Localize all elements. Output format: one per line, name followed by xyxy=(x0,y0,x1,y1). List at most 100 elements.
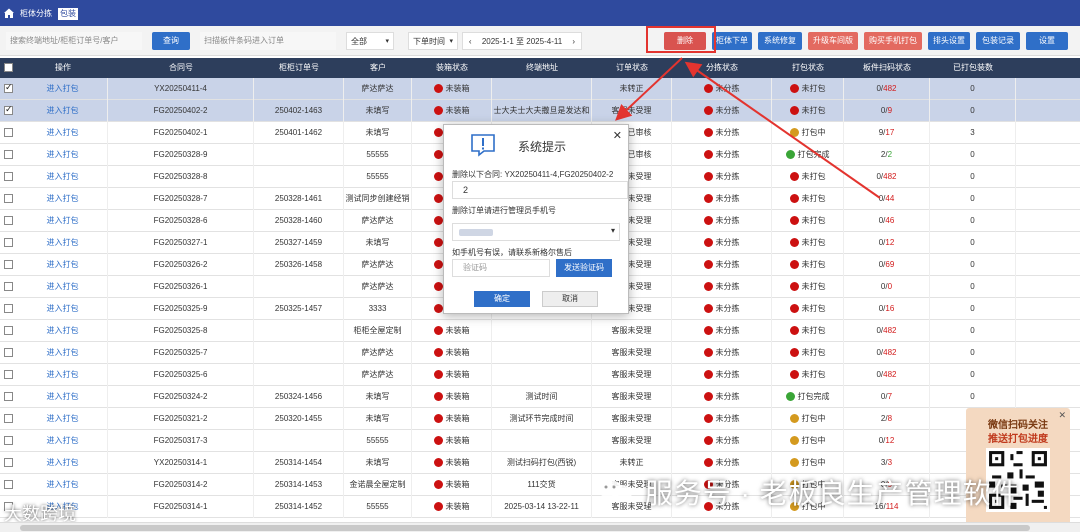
table-row[interactable]: 进入打包 FG20250325-6 萨达萨达 未装箱 客服未受理 未分拣 未打包 0/482 0 xyxy=(0,364,1080,386)
row-checkbox[interactable] xyxy=(4,282,13,291)
status-text: 未分拣 xyxy=(715,392,740,401)
system-prompt-dialog: 系统提示 ✕ 删除以下合同: YX20250411-4,FG20250402-2… xyxy=(443,124,629,314)
table-row[interactable]: 进入打包 FG20250325-8 柜柜全屋定制 未装箱 客服未受理 未分拣 未打包 0/48… xyxy=(0,320,1080,342)
row-checkbox[interactable] xyxy=(4,82,13,93)
table-row[interactable]: 进入打包 FG20250402-2250402-1463未填写 未装箱 士大夫士大夫撒… xyxy=(0,100,1080,122)
row-checkbox[interactable] xyxy=(4,414,13,423)
row-checkbox[interactable] xyxy=(4,260,13,269)
enter-pack-link[interactable]: 进入打包 xyxy=(47,348,79,357)
status-dot-icon xyxy=(433,194,443,204)
cell-address xyxy=(492,78,592,100)
enter-pack-link[interactable]: 进入打包 xyxy=(47,216,79,225)
horizontal-scrollbar[interactable] xyxy=(0,522,1080,532)
chevron-down-icon: ▾ xyxy=(449,38,453,45)
row-checkbox[interactable] xyxy=(4,172,13,181)
enter-pack-link[interactable]: 进入打包 xyxy=(47,282,79,291)
enter-pack-link[interactable]: 进入打包 xyxy=(47,260,79,269)
top-nav-bar: 柜体分拣 包装 xyxy=(0,0,1080,26)
filter-all-select[interactable]: 全部 ▾ xyxy=(346,32,394,50)
row-checkbox[interactable] xyxy=(4,104,13,115)
row-checkbox[interactable] xyxy=(4,238,13,247)
table-row[interactable]: 进入打包 YX20250411-4 萨达萨达 未装箱 未转正 未分拣 未打包 0/4820 xyxy=(0,78,1080,100)
enter-pack-link[interactable]: 进入打包 xyxy=(47,150,79,159)
enter-pack-link[interactable]: 进入打包 xyxy=(47,172,79,181)
table-row[interactable]: 进入打包 YX20250314-1 250314-1454 未填写 未装箱 测试扫码打包(… xyxy=(0,452,1080,474)
cell-box-status: 未装箱 xyxy=(412,386,492,408)
enter-pack-link[interactable]: 进入打包 xyxy=(47,392,79,401)
filter-time-select[interactable]: 下单时间 ▾ xyxy=(408,32,458,50)
date-next-icon[interactable]: › xyxy=(572,37,575,46)
row-checkbox[interactable] xyxy=(4,348,13,357)
enter-pack-link[interactable]: 进入打包 xyxy=(47,436,79,445)
search-address-input[interactable]: 搜索终端地址/柜柜订单号/客户 xyxy=(6,32,142,50)
upgrade-workshop-button[interactable]: 升级车间版 xyxy=(808,32,858,50)
enter-pack-link[interactable]: 进入打包 xyxy=(47,84,79,93)
close-icon[interactable]: ✕ xyxy=(613,129,622,142)
scan-total: 69 xyxy=(885,260,895,269)
enter-pack-link[interactable]: 进入打包 xyxy=(47,458,79,467)
system-repair-button[interactable]: 系统修复 xyxy=(758,32,802,50)
enter-pack-link[interactable]: 进入打包 xyxy=(47,414,79,423)
cell-status: 客服未受理 xyxy=(592,364,672,386)
enter-pack-link[interactable]: 进入打包 xyxy=(47,480,79,489)
header-settings-button[interactable]: 排头设置 xyxy=(928,32,970,50)
row-checkbox[interactable] xyxy=(4,392,13,401)
row-checkbox[interactable] xyxy=(4,326,13,335)
delete-contracts-text: 删除以下合同: YX20250411-4,FG20250402-2 xyxy=(452,170,614,179)
tab-packing[interactable]: 包装 xyxy=(58,8,78,20)
query-button[interactable]: 查询 xyxy=(152,32,190,50)
enter-pack-link[interactable]: 进入打包 xyxy=(47,238,79,247)
row-checkbox[interactable] xyxy=(4,370,13,379)
row-checkbox[interactable] xyxy=(4,436,13,445)
enter-pack-link[interactable]: 进入打包 xyxy=(47,128,79,137)
table-row[interactable]: 进入打包FG20250317-355555未装箱客服未受理未分拣打包中0/120 xyxy=(0,430,1080,452)
status-dot-icon xyxy=(789,172,799,182)
buy-handheld-button[interactable]: 购买手机打包 xyxy=(864,32,922,50)
row-checkbox[interactable] xyxy=(4,458,13,467)
cell-action: 进入打包 xyxy=(18,430,108,452)
cell-box-status: 未装箱 xyxy=(412,78,492,100)
home-icon[interactable] xyxy=(3,7,15,19)
row-checkbox[interactable] xyxy=(4,480,13,489)
date-prev-icon[interactable]: ‹ xyxy=(469,37,472,46)
scrollbar-thumb[interactable] xyxy=(20,525,1030,531)
cell-scan-status: 0/482 xyxy=(844,166,930,188)
cell-scan-status: 0/44 xyxy=(844,188,930,210)
pack-record-button[interactable]: 包装记录 xyxy=(976,32,1020,50)
cell-address: 2025-03-14 13-22-11 xyxy=(492,496,592,518)
tab-cabinet-sorting[interactable]: 柜体分拣 xyxy=(18,8,54,20)
table-row[interactable]: 进入打包 FG20250324-2 250324-1456 未填写 未装箱 测试时间 客服未… xyxy=(0,386,1080,408)
cabinet-order-button[interactable]: 柜体下单 xyxy=(712,32,752,50)
date-range-picker[interactable]: ‹ 2025-1-1 至 2025-4-11 › xyxy=(462,32,582,50)
scan-total: 482 xyxy=(883,370,897,379)
settings-button[interactable]: 设置 xyxy=(1026,32,1068,50)
row-checkbox[interactable] xyxy=(4,216,13,225)
enter-pack-link[interactable]: 进入打包 xyxy=(47,304,79,313)
send-code-button[interactable]: 发送验证码 xyxy=(556,259,612,277)
status-dot-icon xyxy=(789,238,799,248)
cell-address xyxy=(492,342,592,364)
dialog-title: 系统提示 xyxy=(518,140,567,154)
enter-pack-link[interactable]: 进入打包 xyxy=(47,106,79,115)
cell-scan-status: 0/482 xyxy=(844,78,930,100)
confirm-button[interactable]: 确定 xyxy=(474,291,530,307)
header-pack-status: 打包状态 xyxy=(792,63,824,72)
cell-action: 进入打包 xyxy=(18,408,108,430)
status-text: 未装箱 xyxy=(445,480,470,489)
row-checkbox[interactable] xyxy=(4,194,13,203)
enter-pack-link[interactable]: 进入打包 xyxy=(47,194,79,203)
select-all-checkbox[interactable] xyxy=(4,63,13,72)
row-checkbox[interactable] xyxy=(4,128,13,137)
enter-pack-link[interactable]: 进入打包 xyxy=(47,370,79,379)
table-row[interactable]: 进入打包 FG20250325-7 萨达萨达 未装箱 客服未受理 未分拣 未打包 0/482 0 xyxy=(0,342,1080,364)
watermark-right: 服务号 · 老板良生产管理软件 xyxy=(596,472,1021,512)
table-row[interactable]: 进入打包 FG20250321-2 250320-1455 未填写 未装箱 测试环节完成时… xyxy=(0,408,1080,430)
row-checkbox[interactable] xyxy=(4,150,13,159)
status-dot-icon xyxy=(433,370,443,380)
verification-code-input[interactable]: 验证码 xyxy=(452,259,550,277)
cancel-button[interactable]: 取消 xyxy=(542,291,598,307)
enter-pack-link[interactable]: 进入打包 xyxy=(47,326,79,335)
scan-barcode-input[interactable]: 扫描板件条码进入订单 xyxy=(200,32,336,50)
admin-phone-select[interactable]: ▾ xyxy=(452,223,620,241)
row-checkbox[interactable] xyxy=(4,304,13,313)
